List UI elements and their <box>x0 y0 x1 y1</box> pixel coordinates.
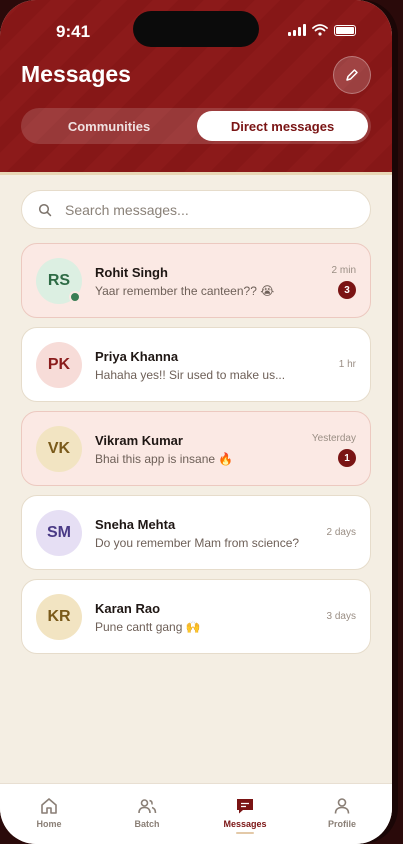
contact-name: Sneha Mehta <box>95 517 176 532</box>
conversation-item[interactable]: VK Vikram Kumar Bhai this app is insane … <box>21 411 371 486</box>
header: 9:41 Messages Communities Direct message… <box>0 0 392 172</box>
dynamic-island <box>133 11 259 47</box>
tab-home[interactable]: Home <box>9 796 89 829</box>
avatar: SM <box>36 510 82 556</box>
active-tab-indicator <box>236 832 254 834</box>
message-time: Yesterday <box>311 433 356 444</box>
message-type-toggle: Communities Direct messages <box>21 108 371 144</box>
compose-button[interactable] <box>333 56 371 94</box>
online-status-dot <box>69 291 81 303</box>
chat-bubble-icon <box>237 799 253 814</box>
search-icon <box>38 203 52 217</box>
conversation-item[interactable]: SM Sneha Mehta Do you remember Mam from … <box>21 495 371 570</box>
unread-badge: 3 <box>338 281 356 299</box>
home-icon <box>41 798 57 814</box>
search-placeholder: Search messages... <box>65 202 189 218</box>
page-title: Messages <box>21 61 131 87</box>
pencil-icon <box>346 69 358 81</box>
avatar: KR <box>36 594 82 640</box>
tab-communities[interactable]: Communities <box>24 111 194 141</box>
status-icons <box>288 24 356 36</box>
message-preview: Bhai this app is insane 🔥 <box>95 452 234 466</box>
tab-home-label: Home <box>36 819 62 829</box>
conversation-item[interactable]: KR Karan Rao Pune cantt gang 🙌 3 days <box>21 579 371 654</box>
search-input[interactable]: Search messages... <box>21 190 371 229</box>
message-time: 1 hr <box>338 359 356 370</box>
message-preview: Hahaha yes!! Sir used to make us... <box>95 368 286 382</box>
message-time: 2 days <box>326 527 356 538</box>
person-icon <box>334 798 350 814</box>
contact-name: Vikram Kumar <box>95 433 183 448</box>
conversation-item[interactable]: RS Rohit Singh Yaar remember the canteen… <box>21 243 371 318</box>
message-time: 2 min <box>331 265 356 276</box>
contact-name: Rohit Singh <box>95 265 168 280</box>
battery-icon <box>334 24 356 36</box>
message-time: 3 days <box>326 611 356 622</box>
wifi-icon <box>312 24 328 36</box>
contact-name: Priya Khanna <box>95 349 179 364</box>
tab-profile-label: Profile <box>327 819 356 829</box>
tab-batch-label: Batch <box>134 819 160 829</box>
unread-badge: 1 <box>338 449 356 467</box>
conversation-item[interactable]: PK Priya Khanna Hahaha yes!! Sir used to… <box>21 327 371 402</box>
people-icon <box>138 799 157 814</box>
tab-messages[interactable]: Messages <box>205 796 285 834</box>
avatar: PK <box>36 342 82 388</box>
phone-screen: 9:41 Messages Communities Direct message… <box>0 0 392 844</box>
message-preview: Yaar remember the canteen?? 😭 <box>95 284 275 298</box>
tab-profile[interactable]: Profile <box>302 796 382 829</box>
signal-icon <box>288 24 306 36</box>
tab-direct-messages[interactable]: Direct messages <box>197 111 368 141</box>
message-preview: Do you remember Mam from science? <box>95 536 300 550</box>
header-divider <box>0 172 392 175</box>
message-preview: Pune cantt gang 🙌 <box>95 620 201 634</box>
tab-batch[interactable]: Batch <box>107 796 187 829</box>
avatar: VK <box>36 426 82 472</box>
contact-name: Karan Rao <box>95 601 161 616</box>
tab-messages-label: Messages <box>223 819 267 829</box>
status-time: 9:41 <box>56 22 91 41</box>
bottom-tab-bar: Home Batch Messages Profile <box>0 783 392 844</box>
